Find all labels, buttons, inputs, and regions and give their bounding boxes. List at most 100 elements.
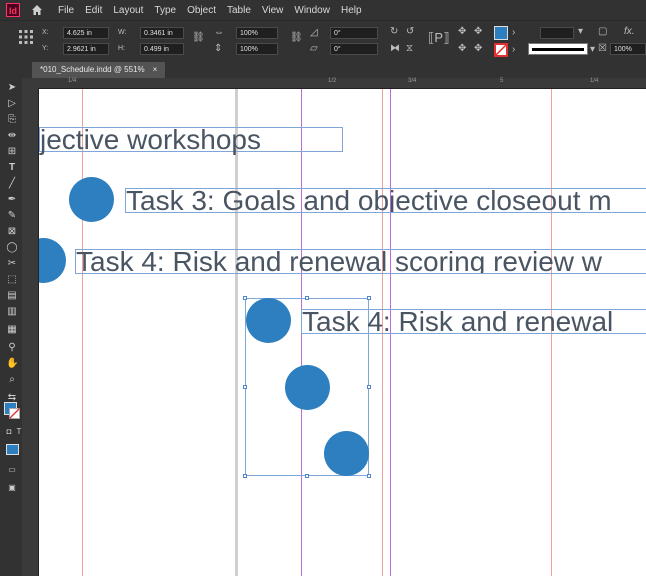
stroke-swatch-icon[interactable] xyxy=(494,43,508,57)
menu-bar: Id File Edit Layout Type Object Table Vi… xyxy=(0,0,646,20)
flip-vertical-icon[interactable]: ⧖ xyxy=(406,44,413,54)
stroke-weight-field[interactable] xyxy=(540,27,574,39)
fill-swatch[interactable] xyxy=(494,26,508,40)
vertical-ruler[interactable] xyxy=(22,78,39,576)
selection-handle[interactable] xyxy=(305,474,309,478)
selection-handle[interactable] xyxy=(305,296,309,300)
selection-handle[interactable] xyxy=(243,474,247,478)
screen-mode-icon[interactable]: ▣ xyxy=(6,482,18,494)
home-icon[interactable] xyxy=(30,3,44,17)
scale-y-field[interactable]: 100% xyxy=(236,43,278,55)
tools-panel: ➤ ▷ ⎘ ⇹ ⊞ T ╱ ✒ ✎ ⊠ ◯ ✂ ⬚ ▤ ▥ ▦ ⚲ ✋ ⌕ ⇆ … xyxy=(0,62,23,576)
horizontal-ruler[interactable]: 1/4 1/2 3/4 5 1/4 xyxy=(38,78,646,89)
apply-color-icon[interactable] xyxy=(6,444,19,455)
select-next-icon[interactable]: ✥ xyxy=(474,44,482,54)
selection-handle[interactable] xyxy=(367,474,371,478)
bullet-circle[interactable] xyxy=(69,177,114,222)
selection-tool-icon[interactable]: ➤ xyxy=(6,82,18,94)
stroke-menu-chevron-icon[interactable]: › xyxy=(512,45,515,55)
opacity-field[interactable]: 100% xyxy=(610,43,646,55)
ruler-origin[interactable] xyxy=(22,78,38,88)
content-collector-icon[interactable]: ⊞ xyxy=(6,146,18,158)
line-tool-icon[interactable]: ╱ xyxy=(6,178,18,190)
flip-horizontal-icon[interactable]: ⧓ xyxy=(390,44,400,54)
scale-x-field[interactable]: 100% xyxy=(236,27,278,39)
menu-help[interactable]: Help xyxy=(341,5,362,16)
menu-view[interactable]: View xyxy=(262,5,284,16)
y-field[interactable]: 2.9621 in xyxy=(63,43,109,55)
scale-x-icon: ⇔ xyxy=(214,27,224,38)
h-field[interactable]: 0.499 in xyxy=(140,43,184,55)
page-tool-icon[interactable]: ⎘ xyxy=(6,114,18,126)
pencil-tool-icon[interactable]: ✎ xyxy=(6,210,18,222)
document-tab-bar: *010_Schedule.indd @ 551% × xyxy=(22,62,646,78)
menu-file[interactable]: File xyxy=(58,5,74,16)
menu-table[interactable]: Table xyxy=(227,5,251,16)
zoom-tool-icon[interactable]: ⌕ xyxy=(6,374,18,386)
select-container-icon[interactable]: ✥ xyxy=(458,27,466,37)
select-prev-icon[interactable]: ✥ xyxy=(458,44,466,54)
document-tab[interactable]: *010_Schedule.indd @ 551% × xyxy=(32,62,166,78)
path-type-icon[interactable]: ⟦P⟧ xyxy=(428,31,450,44)
scissors-tool-icon[interactable]: ✂ xyxy=(6,258,18,270)
app-logo[interactable]: Id xyxy=(6,3,20,17)
stroke-type-field[interactable] xyxy=(528,43,588,55)
menu-layout[interactable]: Layout xyxy=(113,5,143,16)
w-label: W: xyxy=(118,29,127,36)
shear-icon: ▱ xyxy=(310,43,318,54)
free-transform-tool-icon[interactable]: ⬚ xyxy=(6,274,18,286)
note-tool-icon[interactable]: ▦ xyxy=(6,324,18,336)
ruler-tick-label: 1/4 xyxy=(68,78,77,84)
eyedropper-tool-icon[interactable]: ⚲ xyxy=(6,342,18,354)
stroke-color-swatch-icon[interactable] xyxy=(9,408,20,419)
ruler-tick-label: 3/4 xyxy=(408,78,417,84)
opacity-icon: ☒ xyxy=(598,43,607,54)
direct-selection-tool-icon[interactable]: ▷ xyxy=(6,98,18,110)
reference-point-icon[interactable] xyxy=(18,29,34,45)
selection-handle[interactable] xyxy=(243,296,247,300)
bullet-circle[interactable] xyxy=(39,238,66,283)
stroke-type-dropdown-icon[interactable]: ▾ xyxy=(590,45,595,55)
gradient-swatch-tool-icon[interactable]: ▤ xyxy=(6,290,18,302)
shear-field[interactable]: 0° xyxy=(330,43,378,55)
column-guide[interactable] xyxy=(82,89,83,576)
effects-icon[interactable]: ▢ xyxy=(598,27,607,37)
menu-edit[interactable]: Edit xyxy=(85,5,102,16)
constrain-proportions-icon[interactable]: ⛓ xyxy=(192,33,205,43)
gap-tool-icon[interactable]: ⇹ xyxy=(6,130,18,142)
bullet-circle-selected[interactable] xyxy=(285,365,330,410)
ellipse-tool-icon[interactable]: ◯ xyxy=(6,242,18,254)
x-field[interactable]: 4.625 in xyxy=(63,27,109,39)
type-tool-icon[interactable]: T xyxy=(6,162,18,174)
menu-type[interactable]: Type xyxy=(154,5,176,16)
rotate-icon: ◿ xyxy=(310,27,318,38)
rotate-cw-icon[interactable]: ↻ xyxy=(390,27,398,37)
rotate-ccw-icon[interactable]: ↺ xyxy=(406,27,414,37)
selection-handle[interactable] xyxy=(243,385,247,389)
text-frame-line3[interactable]: Task 4: Risk and renewal scoring review … xyxy=(75,249,646,274)
document-canvas[interactable]: jective workshops Task 3: Goals and obje… xyxy=(39,89,646,576)
fx-icon[interactable]: fx. xyxy=(624,27,635,37)
ruler-tick-label: 1/4 xyxy=(590,78,599,84)
pen-tool-icon[interactable]: ✒ xyxy=(6,194,18,206)
select-content-icon[interactable]: ✥ xyxy=(474,27,482,37)
rectangle-frame-tool-icon[interactable]: ⊠ xyxy=(6,226,18,238)
apply-none-icon[interactable]: ▭ xyxy=(6,464,18,476)
close-icon[interactable]: × xyxy=(153,65,158,74)
text-frame-line2[interactable]: Task 3: Goals and objective closeout m xyxy=(125,188,646,213)
gradient-feather-tool-icon[interactable]: ▥ xyxy=(6,306,18,318)
menu-object[interactable]: Object xyxy=(187,5,216,16)
constrain-scale-icon[interactable]: ⛓ xyxy=(290,33,303,43)
stroke-weight-dropdown-icon[interactable]: ▾ xyxy=(578,27,583,37)
selection-handle[interactable] xyxy=(367,385,371,389)
rotate-field[interactable]: 0° xyxy=(330,27,378,39)
hand-tool-icon[interactable]: ✋ xyxy=(6,358,18,370)
w-field[interactable]: 0.3461 in xyxy=(140,27,184,39)
menu-window[interactable]: Window xyxy=(294,5,330,16)
fill-menu-chevron-icon[interactable]: › xyxy=(512,28,515,38)
bullet-circle-selected[interactable] xyxy=(246,298,291,343)
selection-handle[interactable] xyxy=(367,296,371,300)
text-frame-line4[interactable]: Task 4: Risk and renewal xyxy=(301,309,646,334)
text-frame-line1[interactable]: jective workshops xyxy=(39,126,343,154)
bullet-circle-selected[interactable] xyxy=(324,431,369,476)
